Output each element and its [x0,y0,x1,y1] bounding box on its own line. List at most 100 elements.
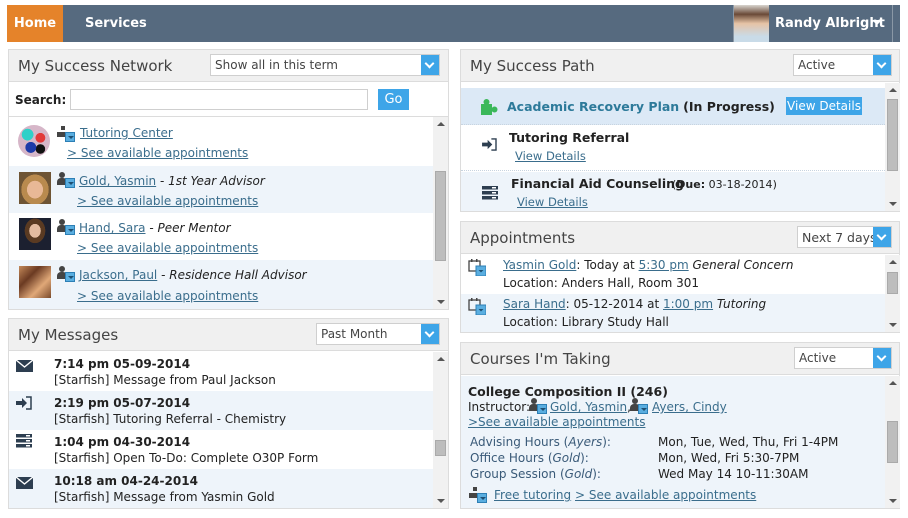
success-path-scrollbar[interactable] [885,83,900,211]
courses-scrollbar[interactable] [885,376,900,508]
role-separator: - [145,221,158,235]
message-subject: [Starfish] Message from Yasmin Gold [54,490,275,504]
panel-title: My Messages [18,326,119,344]
message-item[interactable]: 2:19 pm 05-07-2014 [Starfish] Tutoring R… [9,391,433,430]
scroll-down-arrow-icon[interactable] [889,323,897,327]
role-separator: - [157,268,170,282]
panel-title: Courses I'm Taking [470,350,611,368]
person-icon[interactable] [57,266,75,284]
view-details-link[interactable]: View Details [517,195,588,209]
appointments-scrollbar[interactable] [885,255,900,332]
user-menu-name[interactable]: Randy Albright [775,5,885,42]
see-appointments-link[interactable]: > See available appointments [77,194,258,208]
hours-type: Office Hours [470,451,544,465]
courses-filter-select[interactable]: Active [794,347,892,369]
select-value: Show all in this term [215,58,338,72]
due-value: 03-18-2014 [708,178,773,191]
see-appointments-link[interactable]: > See available appointments [77,289,258,303]
search-input[interactable] [70,89,368,110]
see-appointments-link[interactable]: >See available appointments [468,415,645,429]
calendar-icon[interactable] [468,258,486,276]
appointment-time-link[interactable]: 1:00 pm [663,297,713,311]
network-name-link[interactable]: Jackson, Paul [79,268,157,282]
referral-icon [16,396,32,410]
tab-services[interactable]: Services [85,5,147,42]
role-separator: - [156,174,169,188]
person-icon[interactable] [630,398,648,416]
hours-person: Gold [552,451,581,465]
scroll-down-arrow-icon[interactable] [437,499,445,503]
panel-title: My Success Path [470,57,595,75]
view-details-link[interactable]: View Details [515,149,586,163]
item-title: Financial Aid Counseling [511,176,684,191]
chevron-down-icon[interactable] [873,227,891,247]
organization-icon[interactable] [57,126,75,144]
course-item: College Composition II (246) Instructor:… [461,376,885,508]
scroll-down-arrow-icon[interactable] [889,202,897,206]
instructor-entry: Gold, Yasmin, [550,400,631,414]
appointment-item: Sara Hand: 05-12-2014 at 1:00 pm Tutorin… [461,294,885,332]
network-name-link[interactable]: Hand, Sara [79,221,146,235]
network-item: Jackson, Paul - Residence Hall Advisor >… [9,260,433,309]
top-nav-bar: Home Services Randy Albright [7,5,900,42]
instructor-link[interactable]: Gold, Yasmin [550,400,627,414]
person-icon[interactable] [529,398,547,416]
scroll-thumb[interactable] [887,272,898,294]
plan-title[interactable]: Academic Recovery Plan [507,99,679,114]
scroll-up-arrow-icon[interactable] [437,357,445,361]
person-icon[interactable] [57,219,75,237]
calendar-icon[interactable] [468,297,486,315]
message-subject: [Starfish] Message from Paul Jackson [54,373,276,387]
user-avatar[interactable] [733,5,769,42]
network-name-link[interactable]: Gold, Yasmin [79,174,156,188]
see-appointments-link[interactable]: > See available appointments [77,241,258,255]
tab-home[interactable]: Home [7,5,63,42]
messages-scrollbar[interactable] [433,352,448,508]
appointment-time-link[interactable]: 5:30 pm [639,258,689,272]
network-scrollbar[interactable] [433,117,448,309]
chevron-down-icon[interactable] [421,324,439,344]
network-name-link[interactable]: Tutoring Center [80,126,173,140]
appointment-person-link[interactable]: Sara Hand [503,297,566,311]
go-button[interactable]: Go [378,89,409,110]
messages-filter-select[interactable]: Past Month [316,323,440,345]
see-appointments-link[interactable]: > See available appointments [67,146,248,160]
caret-down-icon[interactable] [872,20,882,25]
hours-type: Advising Hours [470,435,560,449]
instructor-link[interactable]: Ayers, Cindy [652,400,727,414]
network-entry: Hand, Sara - Peer Mentor [79,221,231,235]
scroll-up-arrow-icon[interactable] [889,381,897,385]
scroll-up-arrow-icon[interactable] [889,260,897,264]
chevron-down-icon[interactable] [421,55,439,75]
message-time: 2:19 pm 05-07-2014 [54,396,191,410]
appointment-reason: Tutoring [716,297,767,311]
message-item[interactable]: 7:14 pm 05-09-2014 [Starfish] Message fr… [9,352,433,391]
scroll-thumb[interactable] [887,99,898,171]
free-tutoring-link[interactable]: Free tutoring [494,488,571,502]
scroll-up-arrow-icon[interactable] [889,88,897,92]
scroll-thumb[interactable] [435,440,446,456]
view-details-button[interactable]: View Details [786,97,862,115]
person-icon[interactable] [57,172,75,190]
network-role: Peer Mentor [157,221,231,235]
scroll-down-arrow-icon[interactable] [889,499,897,503]
select-value: Next 7 days [802,230,877,245]
network-filter-select[interactable]: Show all in this term [210,54,440,76]
message-item[interactable]: 10:18 am 04-24-2014 [Starfish] Message f… [9,469,433,508]
organization-icon[interactable] [469,487,487,505]
appointments-filter-select[interactable]: Next 7 days [797,226,892,248]
scroll-up-arrow-icon[interactable] [437,122,445,126]
success-path-item: Tutoring Referral View Details [461,126,885,171]
scroll-thumb[interactable] [887,421,898,463]
success-path-filter-select[interactable]: Active [793,54,892,76]
chevron-down-icon[interactable] [873,348,891,368]
appointment-person-link[interactable]: Yasmin Gold [503,258,576,272]
appointment-reason: General Concern [692,258,794,272]
hours-value: Wed May 14 10-11:30AM [658,467,809,481]
message-item[interactable]: 1:04 pm 04-30-2014 [Starfish] Open To-Do… [9,430,433,469]
avatar [19,266,51,298]
scroll-down-arrow-icon[interactable] [437,300,445,304]
see-appointments-link[interactable]: > See available appointments [575,488,756,502]
chevron-down-icon[interactable] [873,55,891,75]
scroll-thumb[interactable] [435,171,446,261]
